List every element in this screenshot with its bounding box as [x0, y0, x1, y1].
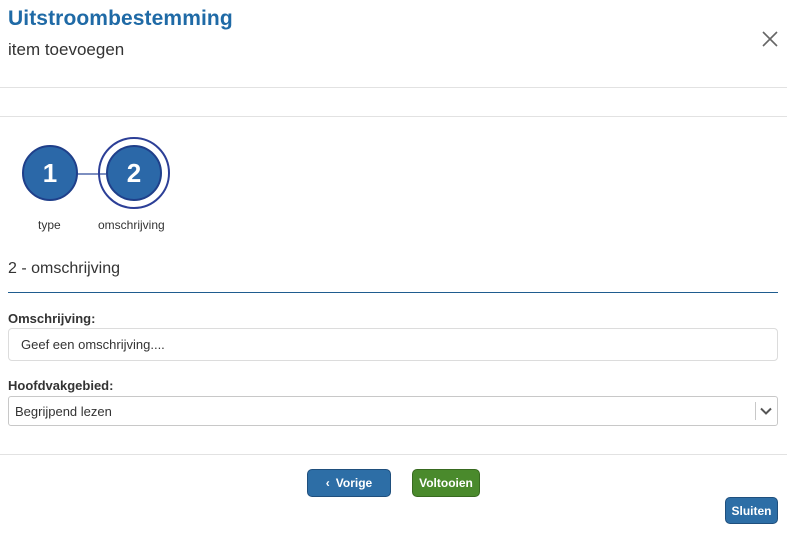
wizard-stepper: 1 2 type omschrijving: [0, 130, 200, 240]
omschrijving-label: Omschrijving:: [8, 311, 96, 326]
modal-header: Uitstroombestemming item toevoegen: [0, 0, 787, 88]
footer-divider: [0, 454, 787, 455]
finish-button[interactable]: Voltooien: [412, 469, 480, 497]
step-2-circle[interactable]: 2: [106, 145, 162, 201]
chevron-left-icon: ‹: [325, 476, 330, 490]
prev-button-label: Vorige: [335, 476, 373, 490]
close-button-label: Sluiten: [731, 503, 772, 518]
omschrijving-input[interactable]: [8, 328, 778, 361]
chevron-down-icon[interactable]: [760, 405, 772, 417]
hoofdvakgebied-label: Hoofdvakgebied:: [8, 378, 114, 393]
section-divider: [8, 292, 778, 293]
select-separator: [755, 402, 756, 420]
close-icon[interactable]: [761, 30, 779, 48]
modal-title: Uitstroombestemming: [8, 7, 233, 30]
step-1-circle[interactable]: 1: [22, 145, 78, 201]
step-2-label: omschrijving: [98, 218, 165, 232]
prev-button[interactable]: ‹ Vorige: [307, 469, 391, 497]
step-1-label: type: [38, 218, 61, 232]
hoofdvakgebied-select[interactable]: Begrijpend lezen: [8, 396, 778, 426]
section-title: 2 - omschrijving: [8, 260, 121, 277]
hoofdvakgebied-selected-value: Begrijpend lezen: [15, 404, 112, 419]
close-button[interactable]: Sluiten: [725, 497, 778, 524]
header-divider: [0, 116, 787, 117]
modal-subtitle: item toevoegen: [8, 40, 125, 59]
finish-button-label: Voltooien: [419, 476, 473, 490]
